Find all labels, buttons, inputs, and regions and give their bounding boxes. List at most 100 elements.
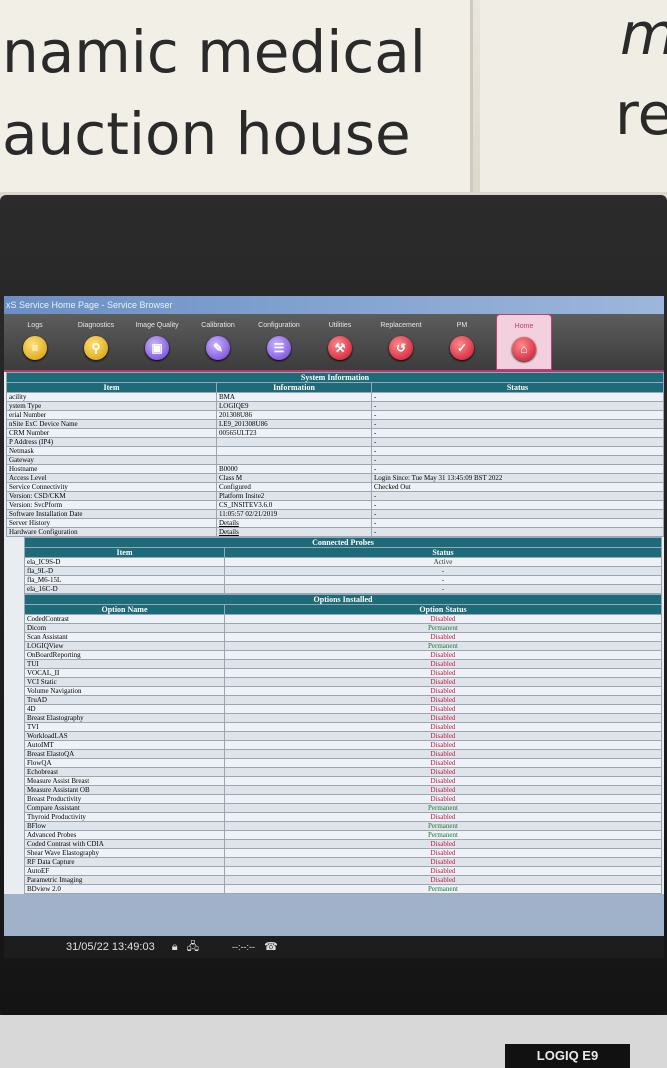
col-status: Status (371, 382, 664, 393)
option-row-cell: Disabled (224, 749, 662, 759)
system-info-row-cell[interactable]: Details (216, 527, 372, 537)
system-info-row-cell: Gateway (6, 455, 217, 465)
option-row-cell: Disabled (224, 704, 662, 714)
toolbar-diagnostics-button[interactable]: Diagnostics ⚲ (69, 314, 123, 360)
right-sign: m re (480, 0, 667, 192)
option-row-cell: Thyroid Productivity (24, 812, 225, 822)
option-row-cell: WorkloadLAS (24, 731, 225, 741)
option-row: Coded Contrast with CDIA Disabled (24, 839, 662, 849)
option-row-cell: Disabled (224, 794, 662, 804)
option-row-cell: Disabled (224, 785, 662, 795)
option-row-cell: Disabled (224, 776, 662, 786)
toolbar-pm-button[interactable]: PM ✓ (435, 314, 489, 360)
option-row-cell: BDview 2.0 (24, 884, 225, 894)
probe-row-cell: ela_16C-D (24, 584, 225, 594)
system-info-row-cell: nSite ExC Device Name (6, 419, 217, 429)
probe-row-cell: fla_9L-D (24, 566, 225, 576)
toolbar-label: Logs (27, 322, 43, 329)
option-row-cell: Disabled (224, 650, 662, 660)
system-info-row-cell: ystem Type (6, 401, 217, 411)
option-row: TruAD Disabled (24, 695, 662, 705)
system-info-row-cell: - (371, 428, 664, 438)
utilities-icon: ⚒ (328, 336, 352, 360)
probe-row-cell: ela_IC9S-D (24, 557, 225, 567)
toolbar-replacement-button[interactable]: Replacement ↺ (374, 314, 428, 360)
option-row-cell: Disabled (224, 740, 662, 750)
probe-row: ela_16C-D - (24, 584, 662, 594)
probe-row-cell: - (224, 584, 662, 594)
system-info-row: Access Level Class M Login Since: Tue May … (6, 473, 664, 483)
toolbar-configuration-button[interactable]: Configuration ☰ (252, 314, 306, 360)
probe-rows: ela_IC9S-D Active fla_9L-D - fla_M6-15L - ela_… (24, 557, 662, 594)
option-row-cell: Breast Productivity (24, 794, 225, 804)
system-info-row-cell: Class M (216, 473, 372, 483)
probe-col-item: Item (24, 547, 225, 558)
option-row-cell: Permanent (224, 641, 662, 651)
system-info-row-cell[interactable]: Details (216, 518, 372, 528)
toolbar-label: Configuration (258, 322, 300, 329)
option-row-cell: Parametric Imaging (24, 875, 225, 885)
system-info-row-cell (216, 446, 372, 456)
option-row: BDview 2.0 Permanent (24, 884, 662, 894)
option-row-cell: Disabled (224, 848, 662, 858)
system-info-row: Netmask - (6, 446, 664, 456)
toolbar-image-quality-button[interactable]: Image Quality ▣ (130, 314, 184, 360)
system-info-row-cell (216, 437, 372, 447)
monitor-brand-label: LOGIQ E9 (505, 1044, 630, 1068)
option-row-cell: BFlow (24, 821, 225, 831)
sign-line-1: namic medical (2, 18, 426, 86)
option-row-cell: VOCAL_II (24, 668, 225, 678)
toolbar-utilities-button[interactable]: Utilities ⚒ (313, 314, 367, 360)
toolbar-home-button[interactable]: Home ⌂ (496, 314, 552, 370)
sign-right-line-2: re (615, 80, 667, 148)
system-info-row: Hostname B0000- (6, 464, 664, 474)
option-row: Measure Assist Breast Disabled (24, 776, 662, 786)
probe-row-cell: fla_M6-15L (24, 575, 225, 585)
option-row-cell: TruAD (24, 695, 225, 705)
toolbar-calibration-button[interactable]: Calibration ✎ (191, 314, 245, 360)
system-info-row-cell: - (371, 455, 664, 465)
option-row-cell: Measure Assist Breast (24, 776, 225, 786)
col-item: Item (6, 382, 217, 393)
option-row-cell: Disabled (224, 767, 662, 777)
system-info-row: Version: SvcPform CS_INSITEV3.6.0- (6, 500, 664, 510)
option-row: BFlow Permanent (24, 821, 662, 831)
option-col-name: Option Name (24, 604, 225, 615)
option-row: WorkloadLAS Disabled (24, 731, 662, 741)
option-row-cell: Echobreast (24, 767, 225, 777)
option-row-cell: Compare Assistant (24, 803, 225, 813)
option-row: Breast Elastography Disabled (24, 713, 662, 723)
status-datetime: 31/05/22 13:49:03 (66, 941, 155, 953)
option-row-cell: Advanced Probes (24, 830, 225, 840)
option-row-cell: 4D (24, 704, 225, 714)
system-info-row-cell: P Address (IP4) (6, 437, 217, 447)
probe-col-status: Status (224, 547, 662, 558)
system-info-row-cell: - (371, 500, 664, 510)
system-information-title: System Information (6, 372, 664, 383)
option-row-cell: Disabled (224, 686, 662, 696)
toolbar-label: Calibration (201, 322, 235, 329)
option-row: AutoEF Disabled (24, 866, 662, 876)
option-row-cell: Volume Navigation (24, 686, 225, 696)
system-information-rows: acility BMA - ystem Type LOGIQE9- erial Numbe… (6, 392, 664, 537)
system-info-row-cell: Configured (216, 482, 372, 492)
system-info-row-cell: acility (6, 392, 217, 402)
service-browser-window: xS Service Home Page - Service Browser L… (4, 296, 664, 956)
system-info-row-cell: - (371, 509, 664, 519)
option-row-cell: Disabled (224, 668, 662, 678)
toolbar-logs-button[interactable]: Logs ≡ (8, 314, 62, 360)
option-row-cell: AutoEF (24, 866, 225, 876)
option-row-cell: Disabled (224, 875, 662, 885)
system-info-row-cell: LE9_201308U86 (216, 419, 372, 429)
status-bar: 31/05/22 13:49:03 🔒︎ 🖧 --:--:-- ☎ (4, 936, 664, 958)
system-info-row: ystem Type LOGIQE9- (6, 401, 664, 411)
option-row-cell: Disabled (224, 677, 662, 687)
system-info-row-cell: CRM Number (6, 428, 217, 438)
connected-probes-table: Connected Probes Item Status ela_IC9S-D A… (24, 537, 662, 594)
replacement-icon: ↺ (389, 336, 413, 360)
system-info-row-cell: Software Installation Date (6, 509, 217, 519)
system-info-row-cell: - (371, 410, 664, 420)
option-row-cell: Disabled (224, 731, 662, 741)
system-info-row-cell: Server History (6, 518, 217, 528)
option-row: Shear Wave Elastography Disabled (24, 848, 662, 858)
